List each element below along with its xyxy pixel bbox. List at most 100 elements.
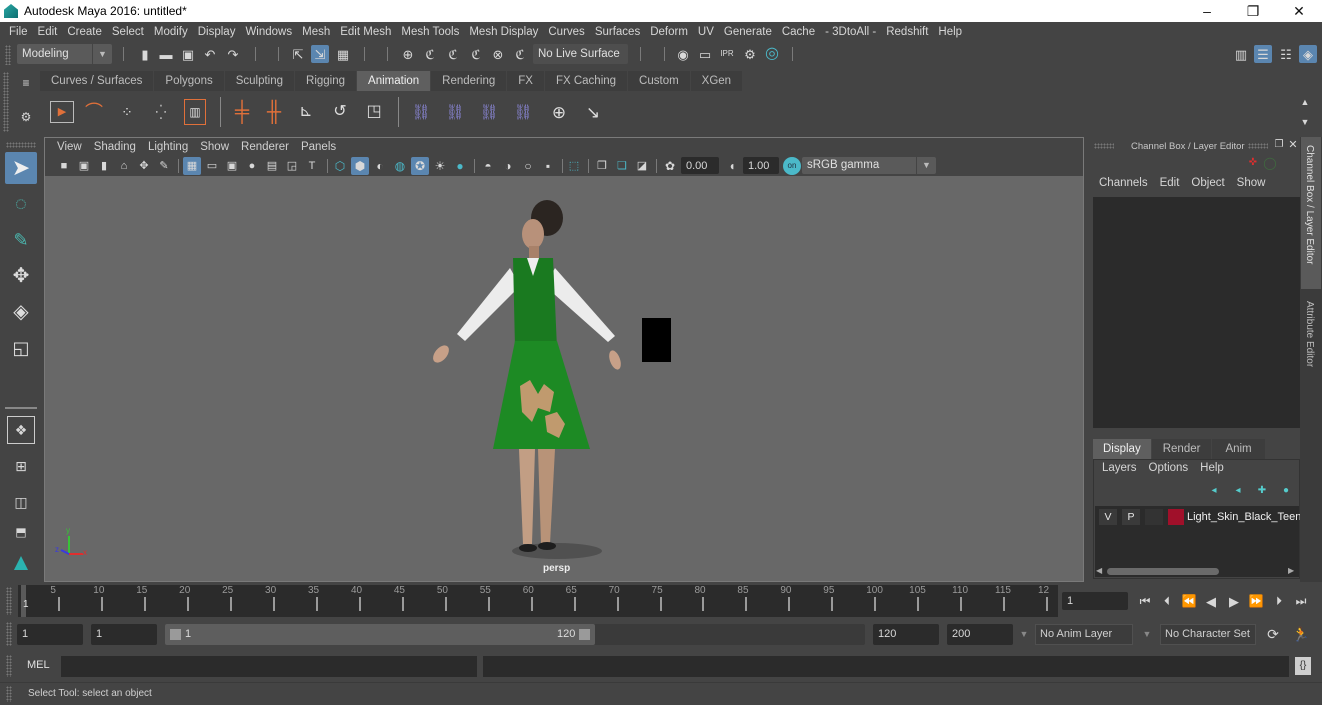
select-hierarchy-icon[interactable]: ⇱	[289, 45, 307, 63]
playblast-icon[interactable]: ▶	[50, 101, 74, 123]
snap-point-icon[interactable]: ℭ	[444, 45, 462, 63]
move-layer-down-icon[interactable]: ◂	[1230, 484, 1246, 498]
layer-visibility-toggle[interactable]: V	[1099, 509, 1117, 525]
textured-icon[interactable]: ◍	[391, 157, 409, 175]
safe-action-icon[interactable]: ◲	[283, 157, 301, 175]
paint-select-tool-icon[interactable]: ✎	[5, 224, 37, 256]
render-view-icon[interactable]: ◉	[674, 45, 692, 63]
resolution-gate-icon[interactable]: ▣	[223, 157, 241, 175]
animation-end-field[interactable]: 200	[947, 624, 1013, 645]
shelf-tab-sculpting[interactable]: Sculpting	[224, 71, 295, 91]
exposure-icon[interactable]: ✿	[661, 157, 679, 175]
shelf-tab-curves-surfaces[interactable]: Curves / Surfaces	[40, 71, 154, 91]
modeling-toolkit-icon[interactable]: ▥	[1232, 45, 1250, 63]
layer-tab-display[interactable]: Display	[1093, 439, 1151, 459]
exposure-field[interactable]: 0.00	[681, 157, 719, 174]
character-set-chevron-icon[interactable]: ▼	[1138, 625, 1156, 643]
toolbox-grip[interactable]	[6, 142, 36, 148]
menu-mesh[interactable]: Mesh	[297, 22, 335, 42]
point-constraint-icon[interactable]: ⛓	[442, 101, 468, 123]
range-end-handle[interactable]	[579, 629, 590, 640]
orient-constraint-icon[interactable]: ⛓	[476, 101, 502, 123]
step-forward-key-icon[interactable]: ⏩	[1247, 592, 1265, 610]
viewport-menu-lighting[interactable]: Lighting	[142, 141, 194, 153]
set-key-icon[interactable]: ╪	[230, 101, 254, 123]
select-tool-icon[interactable]: ➤	[5, 152, 37, 184]
gamma-field[interactable]: 1.00	[743, 157, 779, 174]
help-line-grip[interactable]	[6, 686, 12, 702]
menu-windows[interactable]: Windows	[240, 22, 297, 42]
backface-culling-icon[interactable]: ◪	[633, 157, 651, 175]
shelf-tab-animation[interactable]: Animation	[357, 71, 431, 91]
scrollbar-thumb[interactable]	[1107, 568, 1219, 575]
panel-grip[interactable]	[1094, 143, 1114, 149]
set-breakdown-icon[interactable]: ╫	[262, 101, 286, 123]
wireframe-icon[interactable]: ⬡	[331, 157, 349, 175]
menu-create[interactable]: Create	[62, 22, 107, 42]
create-layer-from-selected-icon[interactable]: ●	[1278, 484, 1294, 498]
gamma-icon[interactable]: ◖	[723, 157, 741, 175]
shelf-tab-fx-caching[interactable]: FX Caching	[544, 71, 628, 91]
float-panel-icon[interactable]: ❐	[1272, 138, 1286, 152]
layer-name[interactable]: Light_Skin_Black_Teen	[1187, 509, 1301, 525]
new-scene-icon[interactable]: ▮	[136, 45, 154, 63]
xray-active-components-icon[interactable]: ❏	[613, 157, 631, 175]
script-editor-icon[interactable]: {}	[1295, 657, 1311, 675]
shelf-tab-rendering[interactable]: Rendering	[431, 71, 507, 91]
four-view-layout-icon[interactable]: ⊞	[7, 452, 35, 480]
ghost-icon[interactable]: ⁛	[148, 101, 174, 123]
manipulator-axis-icon[interactable]: ✜	[1246, 156, 1260, 170]
snap-live-icon[interactable]: ⊗	[489, 45, 507, 63]
dope-sheet-icon[interactable]: ⁘	[114, 101, 140, 123]
multisample-aa-icon[interactable]: ◑	[499, 157, 517, 175]
grid-icon[interactable]: ▦	[183, 157, 201, 175]
select-components-icon[interactable]: ▦	[334, 45, 352, 63]
timeline-ruler[interactable]: 1 5 10 15 20 25 30 35 40 45 50 55 60 65 70 75 80 85 90 95 1…	[18, 585, 1058, 617]
layer-row[interactable]: V P Light_Skin_Black_Teen	[1095, 508, 1301, 526]
move-layer-up-icon[interactable]: ◂	[1206, 484, 1222, 498]
color-space-dropdown[interactable]: sRGB gamma ▼	[802, 157, 936, 174]
edit-menu[interactable]: Edit	[1154, 177, 1186, 195]
play-forwards-icon[interactable]: ▶	[1225, 592, 1243, 610]
snap-grid-icon[interactable]: ⊕	[399, 45, 417, 63]
command-line-grip[interactable]	[6, 655, 12, 677]
wireframe-on-shaded-icon[interactable]: ◐	[371, 157, 389, 175]
anim-layer-field[interactable]: No Anim Layer	[1035, 624, 1133, 645]
key-translate-icon[interactable]: ⊾	[294, 101, 318, 123]
menu-file[interactable]: File	[4, 22, 33, 42]
close-panel-icon[interactable]: ✕	[1286, 138, 1300, 152]
viewport-menu-renderer[interactable]: Renderer	[235, 141, 295, 153]
status-line-grip[interactable]	[5, 45, 11, 65]
menu-curves[interactable]: Curves	[543, 22, 589, 42]
motion-blur-icon[interactable]: ◓	[479, 157, 497, 175]
menu-cache[interactable]: Cache	[777, 22, 820, 42]
menu-mesh-display[interactable]: Mesh Display	[464, 22, 543, 42]
menu-surfaces[interactable]: Surfaces	[590, 22, 645, 42]
render-settings-icon[interactable]: ⚙	[741, 45, 759, 63]
auto-key-icon[interactable]: ⟳	[1264, 625, 1282, 643]
image-plane-icon[interactable]: ⌂	[115, 157, 133, 175]
viewport-menu-shading[interactable]: Shading	[88, 141, 142, 153]
shelf-tab-rigging[interactable]: Rigging	[295, 71, 357, 91]
screen-space-ao-icon[interactable]: ●	[451, 157, 469, 175]
depth-of-field-icon[interactable]: ○	[519, 157, 537, 175]
bookmarks-icon[interactable]: ▮	[95, 157, 113, 175]
key-rotate-icon[interactable]: ↺	[328, 101, 352, 123]
film-gate-icon[interactable]: ▭	[203, 157, 221, 175]
object-menu[interactable]: Object	[1185, 177, 1230, 195]
shelf-tab-polygons[interactable]: Polygons	[154, 71, 224, 91]
key-scale-icon[interactable]: ◳	[362, 101, 386, 123]
options-menu[interactable]: Options	[1143, 462, 1195, 474]
rotate-tool-icon[interactable]: ◈	[5, 296, 37, 328]
viewport-menu-show[interactable]: Show	[194, 141, 235, 153]
smooth-shade-icon[interactable]: ⬢	[351, 157, 369, 175]
shelf-menu-icon[interactable]: ≡	[17, 74, 35, 92]
camera-attributes-icon[interactable]: ▣	[75, 157, 93, 175]
channels-menu[interactable]: Channels	[1088, 177, 1154, 195]
lasso-tool-icon[interactable]: ◌	[5, 188, 37, 220]
pole-vector-constraint-icon[interactable]: ↘	[580, 101, 606, 123]
menu-3dtoall[interactable]: - 3DtoAll -	[820, 22, 881, 42]
playback-start-field[interactable]: 1	[91, 624, 157, 645]
menu-help[interactable]: Help	[933, 22, 967, 42]
speed-icon[interactable]: ◯	[1263, 156, 1277, 170]
